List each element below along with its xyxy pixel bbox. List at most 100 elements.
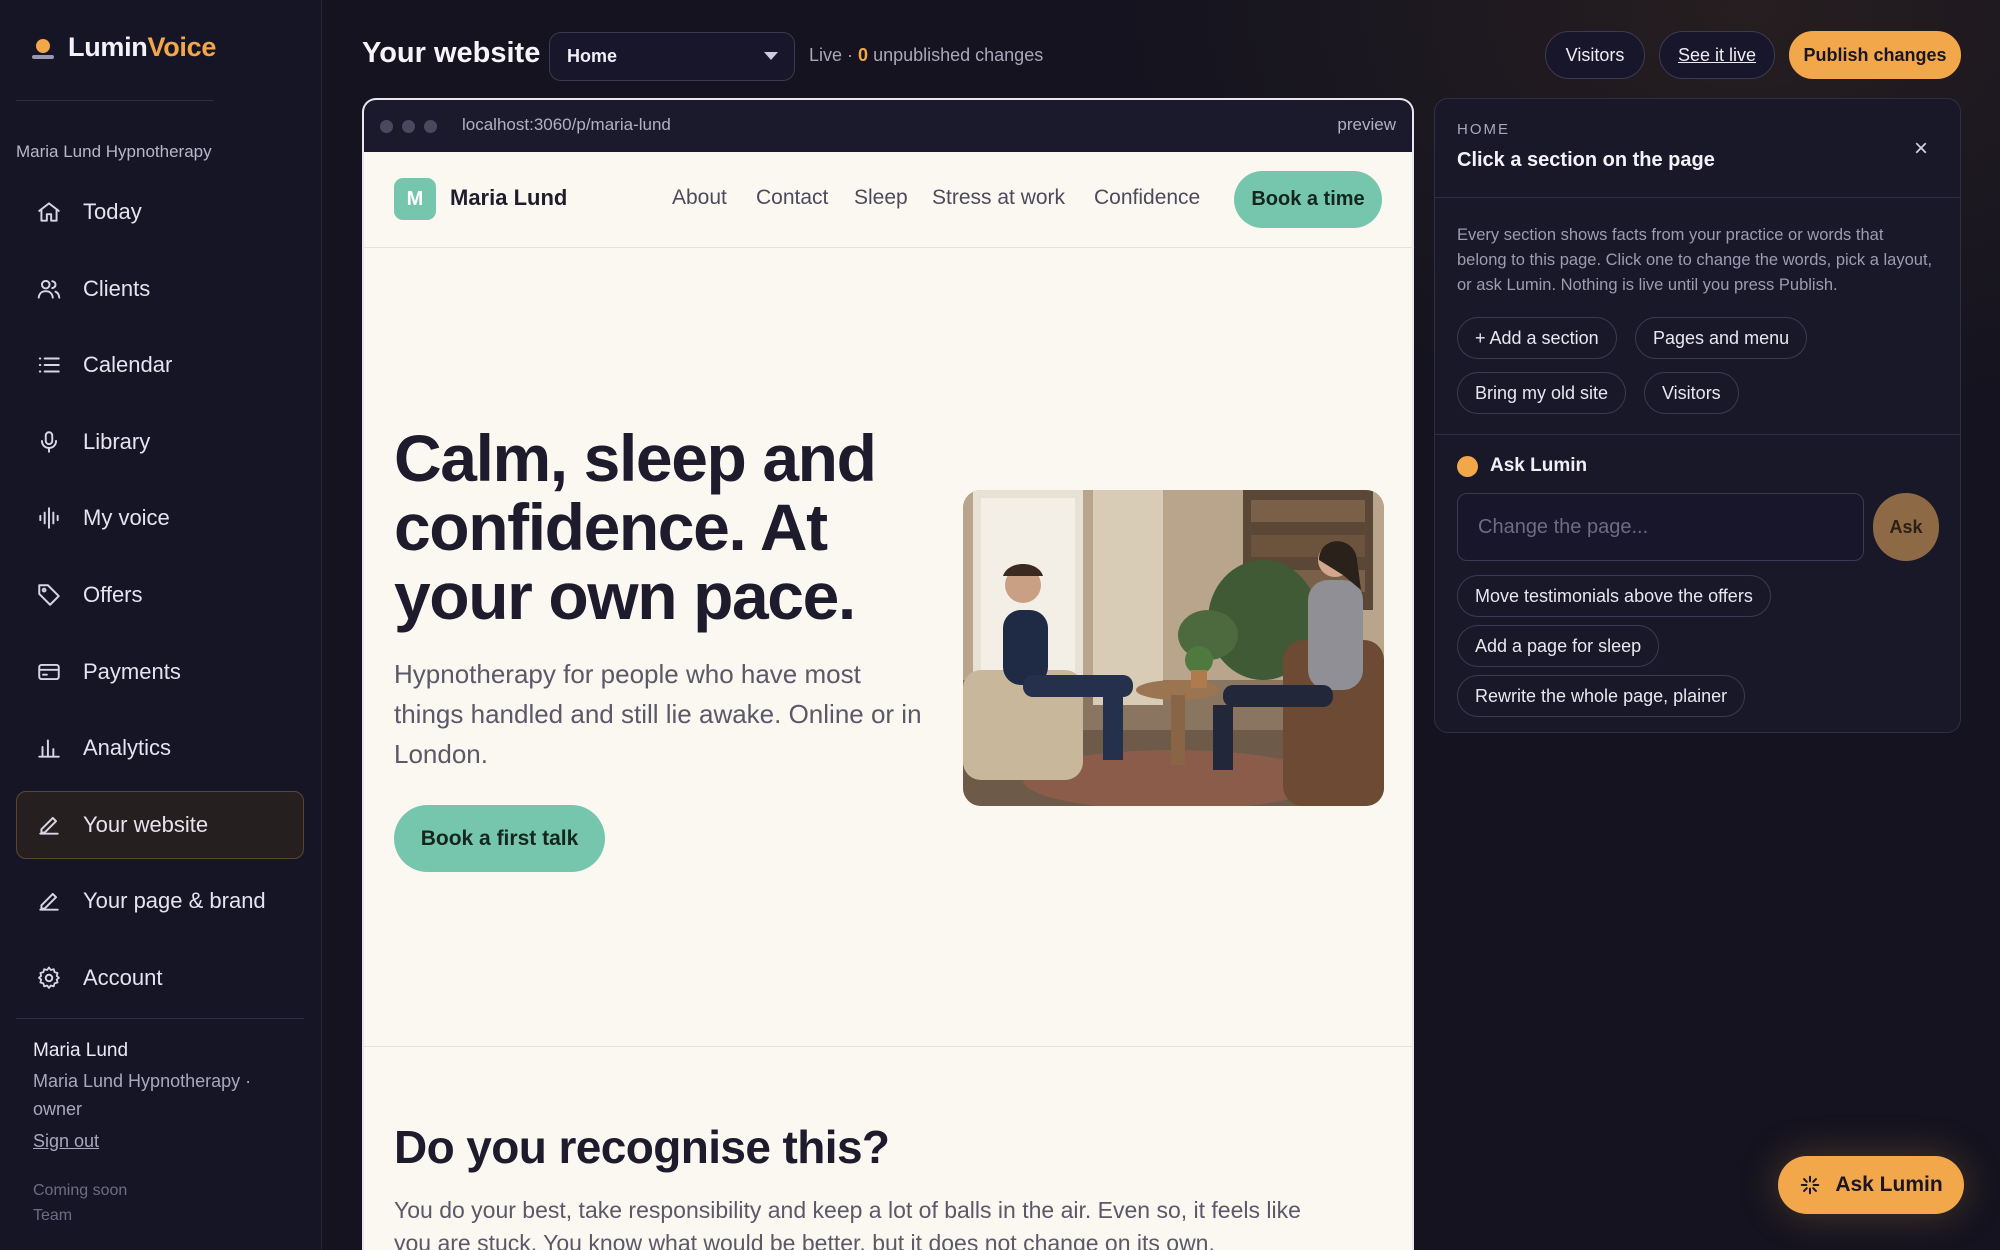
practice-name: Maria Lund Hypnotherapy xyxy=(16,142,212,161)
live-status: Live · 0 unpublished changes xyxy=(809,45,1043,66)
sidebar-item-my-voice[interactable]: My voice xyxy=(16,484,304,552)
live-label: Live · xyxy=(809,45,854,65)
ask-lumin-label: Ask Lumin xyxy=(1490,455,1588,476)
bring-old-site-button[interactable]: Bring my old site xyxy=(1457,372,1627,414)
sidebar-item-label: Your website xyxy=(83,811,209,837)
list-icon xyxy=(35,351,63,379)
suggestion-chip[interactable]: Rewrite the whole page, plainer xyxy=(1457,675,1746,717)
brand-name: LuminVoice xyxy=(68,32,217,62)
site-header-section[interactable]: M Maria Lund About Contact Sleep Stress … xyxy=(364,152,1412,248)
site-nav-confidence[interactable]: Confidence xyxy=(1094,186,1200,210)
book-first-talk-button[interactable]: Book a first talk xyxy=(394,805,605,872)
sidebar-item-label: Calendar xyxy=(83,352,173,378)
sign-out-link[interactable]: Sign out xyxy=(33,1131,99,1152)
website-preview: localhost:3060/p/maria-lund preview M Ma… xyxy=(362,98,1414,1250)
divider xyxy=(16,100,214,101)
page-select-dropdown[interactable]: Home xyxy=(549,32,795,81)
users-icon xyxy=(35,275,63,303)
book-a-time-button[interactable]: Book a time xyxy=(1234,171,1382,228)
brand-logo[interactable]: LuminVoice xyxy=(30,32,216,63)
sidebar-nav: Today Clients Calendar Library My voice … xyxy=(16,178,304,1021)
floating-ask-lumin-button[interactable]: Ask Lumin xyxy=(1778,1156,1964,1214)
preview-label: preview xyxy=(1337,115,1396,134)
sidebar-item-label: Payments xyxy=(83,658,181,684)
coming-soon-label: Coming soon xyxy=(33,1182,128,1199)
sidebar-item-clients[interactable]: Clients xyxy=(16,255,304,323)
hero-subtitle[interactable]: Hypnotherapy for people who have most th… xyxy=(394,654,924,774)
sidebar-item-label: Today xyxy=(83,199,142,224)
divider xyxy=(1435,434,1960,435)
window-dot-icon xyxy=(424,120,437,133)
user-role: Maria Lund Hypnotherapy · owner xyxy=(33,1071,252,1119)
tag-icon xyxy=(35,581,63,609)
panel-title: Click a section on the page xyxy=(1457,149,1715,171)
bar-chart-icon xyxy=(35,734,63,762)
close-icon[interactable]: × xyxy=(1914,135,1928,163)
ask-button[interactable]: Ask xyxy=(1873,493,1939,561)
credit-card-icon xyxy=(35,658,63,686)
sidebar-item-library[interactable]: Library xyxy=(16,408,304,476)
site-name: Maria Lund xyxy=(450,185,568,210)
visitors-button[interactable]: Visitors xyxy=(1545,31,1645,79)
therapy-session-image xyxy=(963,490,1384,806)
user-name: Maria Lund xyxy=(33,1040,129,1061)
site-logo: M xyxy=(394,178,436,220)
hero-image[interactable] xyxy=(963,490,1384,806)
page-select-value: Home xyxy=(567,46,618,66)
section-divider xyxy=(364,1046,1412,1047)
site-nav-about[interactable]: About xyxy=(672,186,727,210)
edit-icon xyxy=(35,887,63,915)
lumin-dot-icon xyxy=(1457,456,1478,477)
sidebar-item-today[interactable]: Today xyxy=(16,178,304,246)
microphone-icon xyxy=(35,428,63,456)
coming-soon: Coming soon Team xyxy=(33,1178,127,1228)
add-section-button[interactable]: + Add a section xyxy=(1457,317,1617,359)
suggestion-chip[interactable]: Add a page for sleep xyxy=(1457,625,1660,667)
chevron-down-icon xyxy=(764,52,778,60)
sidebar-item-your-website[interactable]: Your website xyxy=(16,790,304,859)
pages-and-menu-button[interactable]: Pages and menu xyxy=(1635,317,1808,359)
sidebar-item-offers[interactable]: Offers xyxy=(16,561,304,629)
sparkle-icon xyxy=(1801,1175,1820,1195)
site-nav-stress-at-work[interactable]: Stress at work xyxy=(932,186,1065,210)
window-dot-icon xyxy=(380,120,393,133)
sidebar-item-analytics[interactable]: Analytics xyxy=(16,714,304,782)
preview-browser-bar: localhost:3060/p/maria-lund preview xyxy=(364,100,1412,152)
page-title: Your website xyxy=(362,37,541,69)
panel-description: Every section shows facts from your prac… xyxy=(1457,226,1933,294)
sidebar-item-label: Library xyxy=(83,428,151,454)
window-dot-icon xyxy=(402,120,415,133)
hero-title[interactable]: Calm, sleep and confidence. At your own … xyxy=(394,424,954,631)
divider xyxy=(1435,197,1960,198)
sidebar-item-label: Account xyxy=(83,964,163,990)
sidebar-item-label: My voice xyxy=(83,505,170,531)
sidebar-item-calendar[interactable]: Calendar xyxy=(16,331,304,399)
sun-logo-icon xyxy=(30,35,56,61)
suggestion-chip[interactable]: Move testimonials above the offers xyxy=(1457,575,1771,617)
recognise-section-body[interactable]: You do your best, take responsibility an… xyxy=(394,1194,1314,1250)
editor-panel: HOME Click a section on the page × Every… xyxy=(1434,98,1961,733)
sidebar-item-label: Your page & brand xyxy=(83,888,266,914)
sidebar-item-label: Analytics xyxy=(83,735,172,761)
gear-icon xyxy=(35,964,63,992)
site-nav-contact[interactable]: Contact xyxy=(756,186,828,210)
team-label: Team xyxy=(33,1207,73,1224)
unpublished-label: unpublished changes xyxy=(873,45,1044,65)
panel-eyebrow: HOME xyxy=(1457,121,1510,138)
publish-changes-button[interactable]: Publish changes xyxy=(1789,31,1961,79)
sidebar-item-account[interactable]: Account xyxy=(16,944,304,1012)
edit-icon xyxy=(35,811,63,839)
preview-url: localhost:3060/p/maria-lund xyxy=(462,115,671,134)
recognise-section-title[interactable]: Do you recognise this? xyxy=(394,1120,890,1174)
waveform-icon xyxy=(35,504,63,532)
panel-visitors-button[interactable]: Visitors xyxy=(1644,372,1739,414)
site-nav-sleep[interactable]: Sleep xyxy=(854,186,908,210)
floating-ask-label: Ask Lumin xyxy=(1835,1173,1943,1196)
ask-lumin-input[interactable] xyxy=(1457,493,1864,561)
see-it-live-button[interactable]: See it live xyxy=(1659,31,1775,79)
sidebar-item-your-page-brand[interactable]: Your page & brand xyxy=(16,867,304,935)
sidebar-item-payments[interactable]: Payments xyxy=(16,638,304,706)
sidebar-item-label: Clients xyxy=(83,275,151,301)
sidebar-item-label: Offers xyxy=(83,581,143,607)
divider xyxy=(16,1018,304,1019)
